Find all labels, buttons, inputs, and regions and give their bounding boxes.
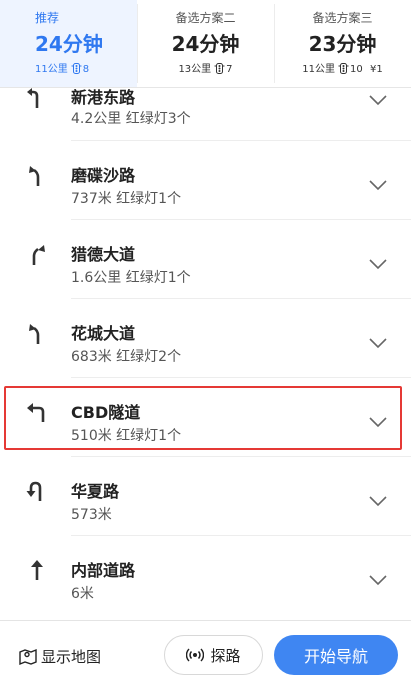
step-info: 6米 bbox=[71, 586, 94, 602]
route-option-label: 备选方案二 bbox=[175, 11, 236, 25]
chevron-down-icon[interactable] bbox=[369, 337, 387, 349]
route-option-recommended[interactable]: 推荐 24分钟 11公里 8 bbox=[0, 0, 137, 87]
route-option-lights: 8 bbox=[82, 64, 90, 75]
route-steps-list: 新港东路 4.2公里 红绿灯3个 磨碟沙路 737米 红绿灯1个 猎德大道 1.… bbox=[0, 88, 411, 620]
show-map-label: 显示地图 bbox=[41, 647, 102, 666]
step-info: 4.2公里 红绿灯3个 bbox=[71, 111, 191, 127]
turn-left-icon bbox=[27, 403, 45, 422]
step-road-name: 内部道路 bbox=[71, 561, 136, 580]
chevron-down-icon[interactable] bbox=[369, 179, 387, 191]
route-step[interactable]: 猎德大道 1.6公里 红绿灯1个 bbox=[0, 219, 411, 298]
traffic-light-icon bbox=[214, 63, 225, 74]
step-info: 510米 红绿灯1个 bbox=[71, 428, 182, 444]
chevron-down-icon[interactable] bbox=[369, 495, 387, 507]
route-option-lights: 10 bbox=[350, 64, 363, 75]
show-map-button[interactable]: 显示地图 bbox=[18, 645, 101, 667]
route-option-toll: ¥1 bbox=[369, 64, 383, 75]
start-navigation-button[interactable]: 开始导航 bbox=[274, 635, 398, 675]
traffic-light-icon bbox=[71, 63, 82, 74]
route-option-meta: 13公里 7 bbox=[137, 63, 274, 77]
bear-right-icon bbox=[32, 245, 45, 265]
route-option-meta: 11公里 8 bbox=[0, 63, 137, 77]
route-option-lights: 7 bbox=[226, 64, 233, 75]
route-step[interactable]: 花城大道 683米 红绿灯2个 bbox=[0, 298, 411, 377]
step-road-name: 华夏路 bbox=[71, 482, 120, 501]
step-road-name: 新港东路 bbox=[71, 88, 136, 107]
route-option-alt-2[interactable]: 备选方案二 24分钟 13公里 7 bbox=[137, 0, 274, 87]
chevron-down-icon[interactable] bbox=[369, 258, 387, 270]
chevron-down-icon[interactable] bbox=[369, 416, 387, 428]
u-turn-icon bbox=[26, 481, 42, 501]
step-road-name: 花城大道 bbox=[71, 324, 136, 343]
step-road-name: CBD隧道 bbox=[71, 403, 141, 422]
route-option-time: 24分钟 bbox=[171, 32, 240, 56]
straight-icon bbox=[31, 560, 43, 580]
route-option-label: 推荐 bbox=[35, 11, 60, 25]
route-option-time: 23分钟 bbox=[308, 32, 377, 56]
explore-button[interactable]: 探路 bbox=[164, 635, 263, 675]
route-option-alt-3[interactable]: 备选方案三 23分钟 11公里 10 ¥1 bbox=[274, 0, 411, 87]
map-pin-icon bbox=[19, 648, 37, 666]
broadcast-icon bbox=[186, 648, 205, 662]
step-road-name: 猎德大道 bbox=[71, 245, 136, 264]
explore-label: 探路 bbox=[210, 646, 241, 665]
route-option-time: 24分钟 bbox=[35, 32, 103, 56]
route-option-distance: 11公里 bbox=[302, 64, 336, 75]
route-step[interactable]: 磨碟沙路 737米 红绿灯1个 bbox=[0, 140, 411, 219]
bear-left-icon bbox=[29, 166, 40, 186]
traffic-light-icon bbox=[338, 63, 349, 74]
route-options: 推荐 24分钟 11公里 8 备选方案二 24分钟 13公里 7 备选方案三 23分… bbox=[0, 0, 411, 88]
chevron-down-icon[interactable] bbox=[369, 94, 387, 106]
step-info: 737米 红绿灯1个 bbox=[71, 191, 182, 207]
route-step[interactable]: 内部道路 6米 bbox=[0, 535, 411, 614]
route-option-distance: 13公里 bbox=[178, 64, 212, 75]
bear-left-icon bbox=[29, 324, 40, 344]
step-info: 1.6公里 红绿灯1个 bbox=[71, 270, 191, 286]
step-road-name: 磨碟沙路 bbox=[71, 166, 136, 185]
chevron-down-icon[interactable] bbox=[369, 574, 387, 586]
route-option-meta: 11公里 10 ¥1 bbox=[274, 63, 411, 77]
step-info: 683米 红绿灯2个 bbox=[71, 349, 182, 365]
route-step[interactable]: 华夏路 573米 bbox=[0, 456, 411, 535]
route-option-label: 备选方案三 bbox=[312, 11, 373, 25]
route-step-highlighted[interactable]: CBD隧道 510米 红绿灯1个 bbox=[0, 377, 411, 456]
route-option-distance: 11公里 bbox=[35, 64, 68, 75]
step-info: 573米 bbox=[71, 507, 112, 523]
start-navigation-label: 开始导航 bbox=[303, 647, 368, 666]
turn-left-icon bbox=[27, 88, 39, 108]
bottom-action-bar: 显示地图 探路 开始导航 bbox=[0, 620, 411, 691]
